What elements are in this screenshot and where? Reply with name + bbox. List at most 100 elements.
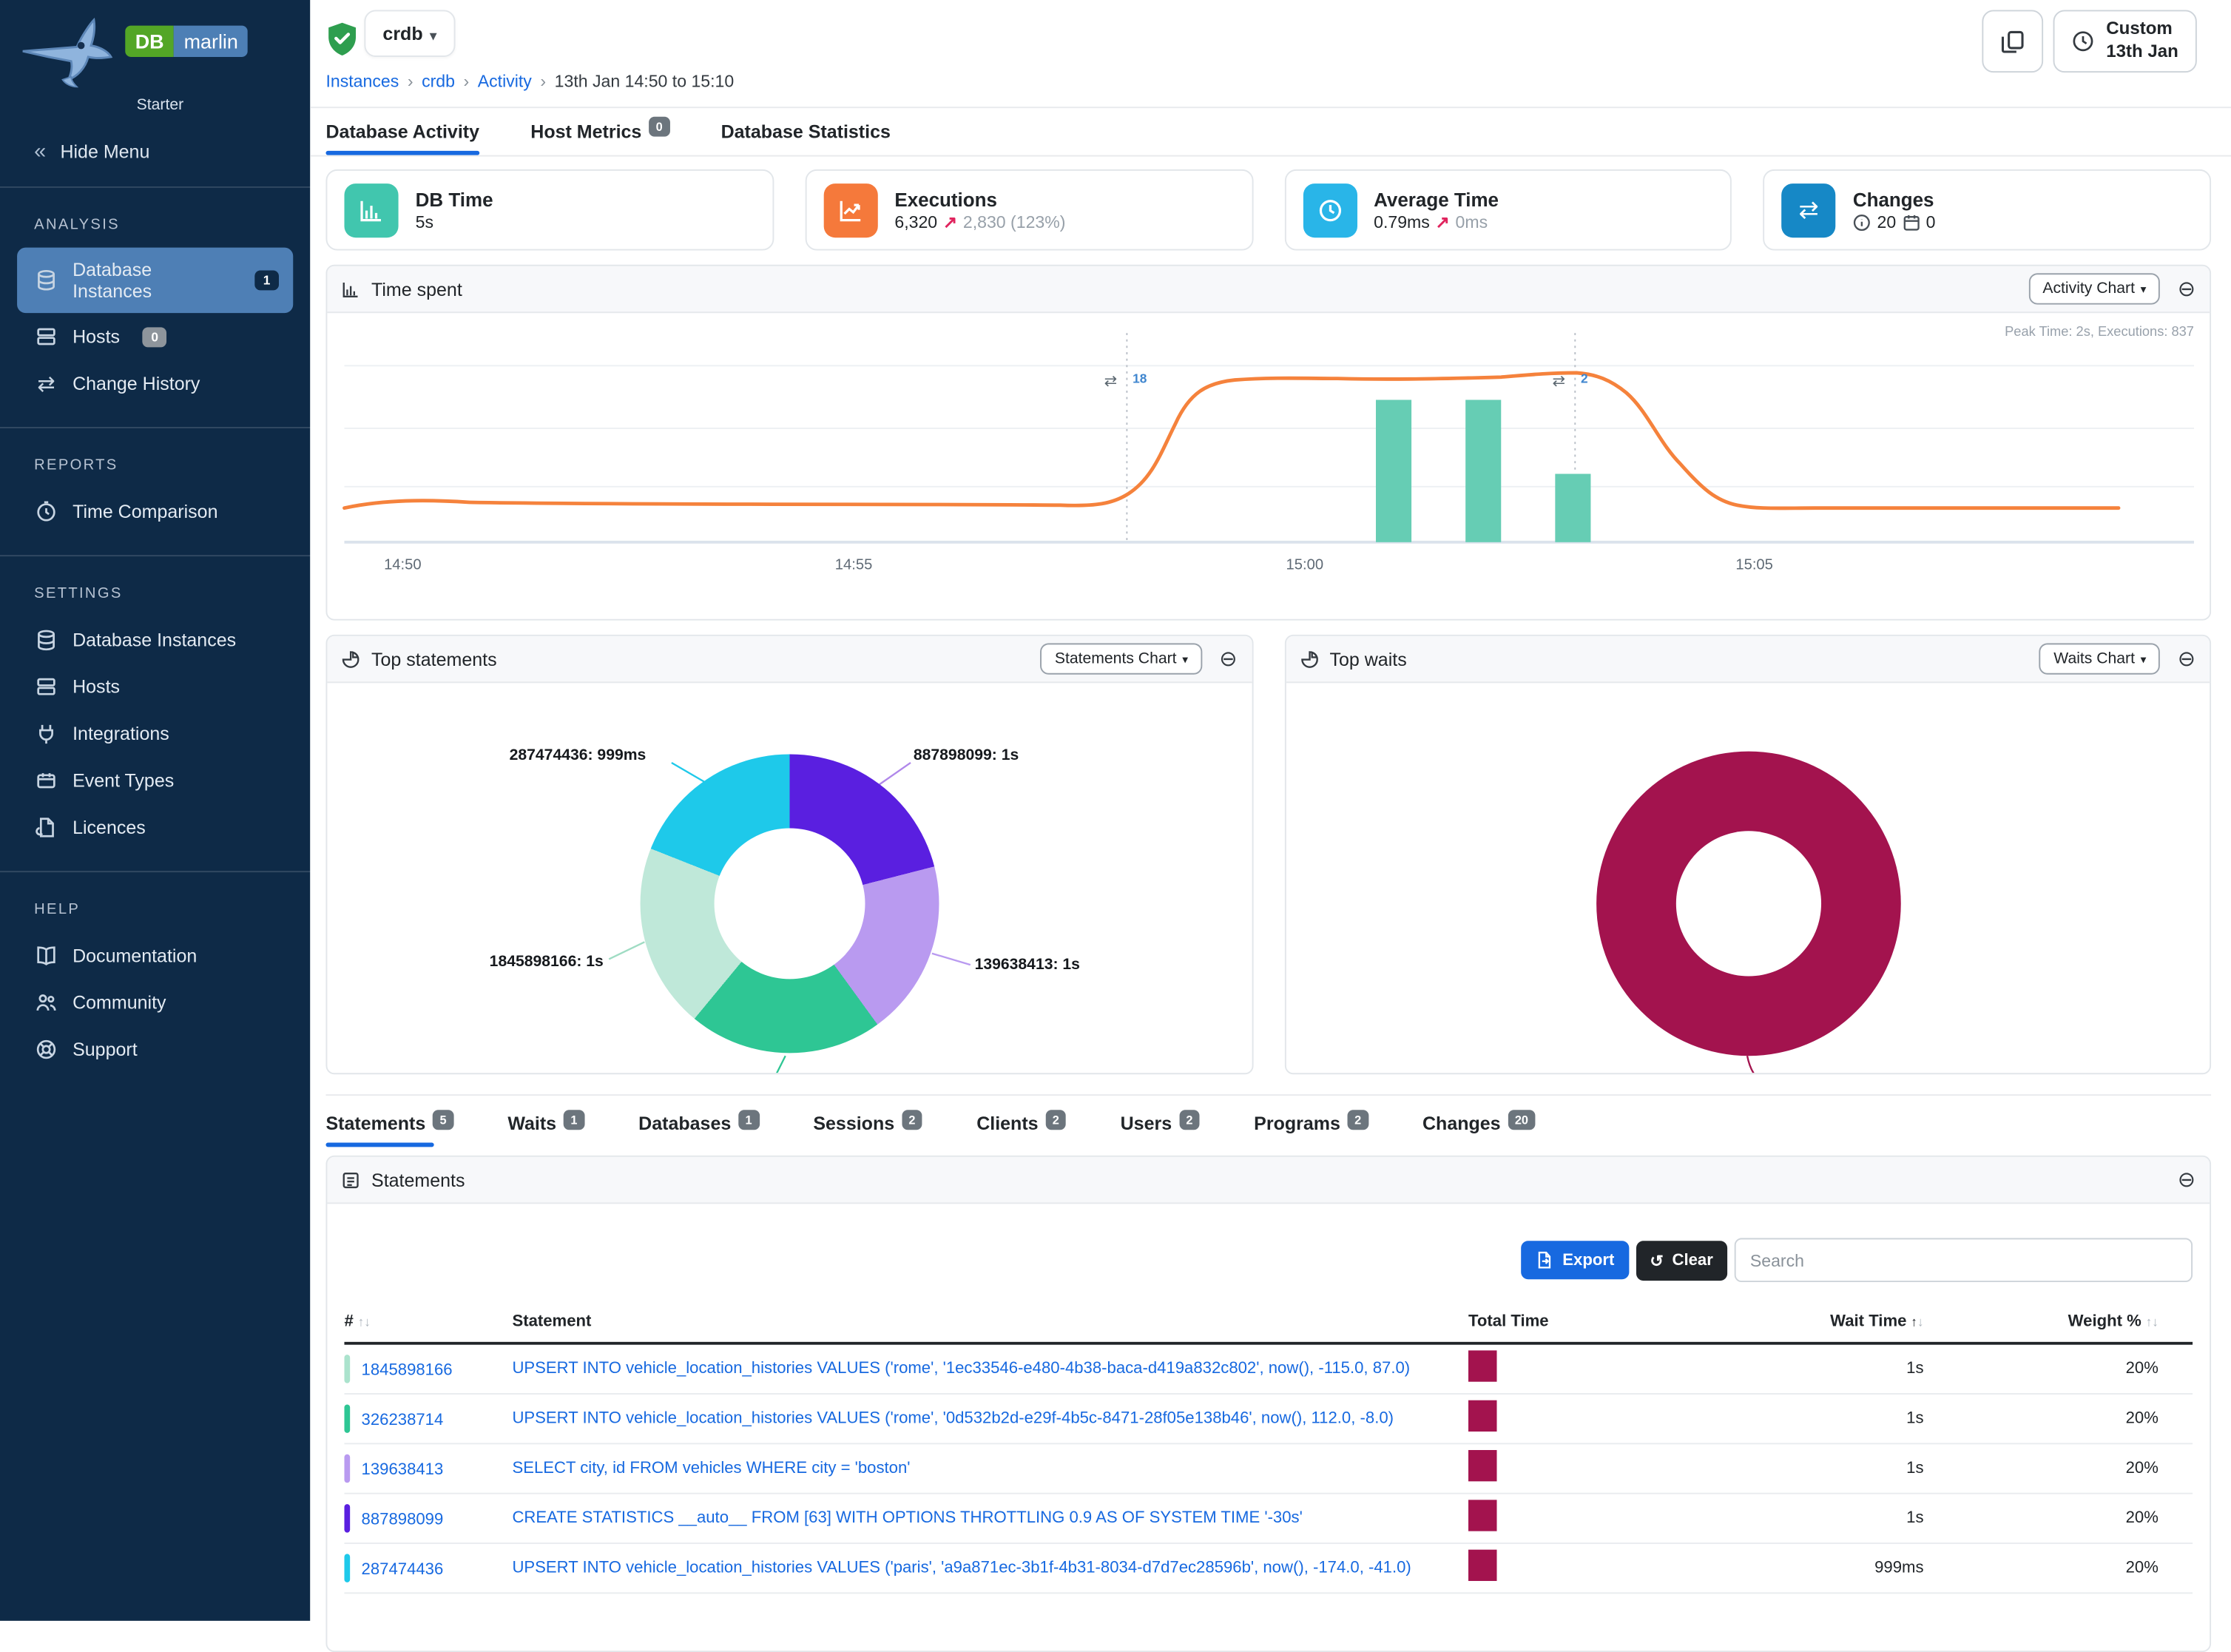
tab-database-statistics[interactable]: Database Statistics [721, 108, 891, 155]
tab-sessions[interactable]: Sessions2 [813, 1113, 922, 1147]
total-time-bar [1468, 1549, 1496, 1580]
collapse-panel-icon[interactable]: ⊖ [2178, 278, 2195, 300]
copy-icon [2001, 29, 2025, 53]
tab-host-metrics[interactable]: Host Metrics0 [530, 108, 669, 155]
licence-document-icon [34, 815, 58, 840]
statement-sql-link[interactable]: SELECT city, id FROM vehicles WHERE city… [512, 1460, 1468, 1477]
time-spent-chart[interactable]: ⇄ 18 ⇄ 2 Peak Time: 2s, Executions: 837 … [327, 313, 2210, 619]
sort-icons: ↑↓ [1911, 1315, 1923, 1329]
tab-users[interactable]: Users2 [1121, 1113, 1200, 1147]
col-total-time[interactable]: Total Time [1468, 1313, 1724, 1330]
database-icon [34, 627, 58, 652]
table-row: 887898099 CREATE STATISTICS __auto__ FRO… [344, 1494, 2193, 1544]
logo-marlin: marlin [174, 26, 248, 57]
statement-id-link[interactable]: 887898099 [362, 1511, 444, 1528]
count-badge: 1 [738, 1110, 759, 1130]
sidebar-item-settings-database-instances[interactable]: Database Instances [0, 616, 310, 663]
breadcrumb: Instances›crdb›Activity›13th Jan 14:50 t… [325, 71, 734, 91]
sidebar-item-integrations[interactable]: Integrations [0, 710, 310, 757]
tab-changes[interactable]: Changes20 [1422, 1113, 1536, 1147]
statements-chart-select[interactable]: Statements Chart▾ [1041, 643, 1203, 674]
clock-icon [2072, 30, 2095, 53]
average-time-delta: 0ms [1456, 212, 1488, 232]
tab-database-activity[interactable]: Database Activity [325, 108, 479, 155]
weight-value: 20% [1924, 1510, 2193, 1527]
breadcrumb-instances[interactable]: Instances [325, 71, 399, 91]
export-icon [1536, 1251, 1554, 1270]
tab-clients[interactable]: Clients2 [976, 1113, 1066, 1147]
waits-chart-select[interactable]: Waits Chart▾ [2039, 643, 2161, 674]
total-time-bar [1468, 1449, 1496, 1480]
sidebar-item-documentation[interactable]: Documentation [0, 932, 310, 979]
top-statements-panel: Top statements Statements Chart▾ ⊖ [325, 635, 1252, 1074]
donut-label: 139638413: 1s [975, 957, 1080, 974]
col-weight[interactable]: Weight %↑↓ [1924, 1313, 2193, 1330]
search-input[interactable] [1735, 1238, 2193, 1282]
calendar-icon [1902, 213, 1920, 232]
people-icon [34, 991, 58, 1015]
collapse-panel-icon[interactable]: ⊖ [2178, 648, 2195, 670]
sidebar-item-support[interactable]: Support [0, 1026, 310, 1073]
collapse-panel-icon[interactable]: ⊖ [1219, 648, 1237, 670]
executions-delta: 2,830 (123%) [963, 212, 1066, 232]
time-range-button[interactable]: Custom13th Jan [2053, 10, 2197, 73]
clock-icon [34, 499, 58, 524]
sidebar-item-settings-hosts[interactable]: Hosts [0, 663, 310, 709]
divider [0, 186, 310, 188]
tab-waits[interactable]: Waits1 [507, 1113, 584, 1147]
calendar-changes-count: 0 [1926, 212, 1936, 232]
executions-bar[interactable] [1376, 399, 1411, 542]
executions-bar[interactable] [1555, 474, 1590, 542]
total-time-bar [1468, 1499, 1496, 1530]
logo-db: DB [125, 26, 174, 57]
statement-id-link[interactable]: 1845898166 [362, 1362, 453, 1379]
copy-link-button[interactable] [1982, 10, 2044, 73]
sidebar-item-change-history[interactable]: ⇄ Change History [0, 360, 310, 407]
trend-up-icon: ↗ [1436, 212, 1450, 232]
peak-summary: Peak Time: 2s, Executions: 837 [2005, 323, 2194, 339]
col-id[interactable]: #↑↓ [344, 1313, 512, 1330]
edition-label: Starter [137, 97, 311, 114]
swap-arrows-icon: ⇄ [1782, 183, 1836, 237]
statement-sql-link[interactable]: CREATE STATISTICS __auto__ FROM [63] WIT… [512, 1510, 1468, 1527]
statement-sql-link[interactable]: UPSERT INTO vehicle_location_histories V… [512, 1410, 1468, 1427]
clear-button[interactable]: ↺ Clear [1636, 1240, 1727, 1280]
dbmarlin-app: DBmarlin Starter « Hide Menu ANALYSIS Da… [0, 0, 2231, 1621]
waits-donut-chart[interactable] [1596, 752, 1900, 1056]
sidebar-item-event-types[interactable]: Event Types [0, 757, 310, 803]
sidebar-item-hosts[interactable]: Hosts 0 [0, 313, 310, 360]
donut-label: 1845898166: 1s [490, 954, 604, 971]
col-wait-time[interactable]: Wait Time↑↓ [1724, 1313, 1923, 1330]
pie-chart-icon [1300, 650, 1318, 668]
sidebar-item-community[interactable]: Community [0, 979, 310, 1025]
line-chart-icon [823, 183, 877, 237]
breadcrumb-crdb[interactable]: crdb [422, 71, 455, 91]
tab-databases[interactable]: Databases1 [638, 1113, 759, 1147]
statement-sql-link[interactable]: UPSERT INTO vehicle_location_histories V… [512, 1560, 1468, 1577]
col-statement[interactable]: Statement [512, 1313, 1468, 1330]
export-button[interactable]: Export [1521, 1241, 1628, 1279]
divider [0, 555, 310, 556]
statement-id-link[interactable]: 139638413 [362, 1462, 444, 1479]
weight-value: 20% [1924, 1410, 2193, 1427]
tab-programs[interactable]: Programs2 [1254, 1113, 1368, 1147]
hide-menu-button[interactable]: « Hide Menu [0, 114, 310, 186]
count-badge: 0 [143, 326, 167, 346]
tab-statements[interactable]: Statements5 [325, 1113, 453, 1147]
statement-sql-link[interactable]: UPSERT INTO vehicle_location_histories V… [512, 1361, 1468, 1378]
executions-bar[interactable] [1465, 399, 1501, 542]
activity-chart-select[interactable]: Activity Chart▾ [2028, 273, 2161, 304]
section-analysis: ANALYSIS [34, 216, 310, 233]
rotate-ccw-icon: ↺ [1650, 1250, 1664, 1270]
statement-id-link[interactable]: 287474436 [362, 1561, 444, 1578]
total-time-bar [1468, 1400, 1496, 1431]
collapse-panel-icon[interactable]: ⊖ [2178, 1169, 2195, 1190]
statements-donut-chart[interactable] [641, 754, 939, 1053]
time-spent-panel: Time spent Activity Chart▾ ⊖ [325, 265, 2211, 621]
sidebar-item-database-instances[interactable]: Database Instances 1 [17, 248, 293, 313]
sidebar-item-licences[interactable]: Licences [0, 804, 310, 851]
sidebar-item-time-comparison[interactable]: Time Comparison [0, 488, 310, 535]
instance-selector[interactable]: crdb▾ [364, 10, 455, 56]
statement-id-link[interactable]: 326238714 [362, 1412, 444, 1429]
breadcrumb-activity[interactable]: Activity [478, 71, 532, 91]
